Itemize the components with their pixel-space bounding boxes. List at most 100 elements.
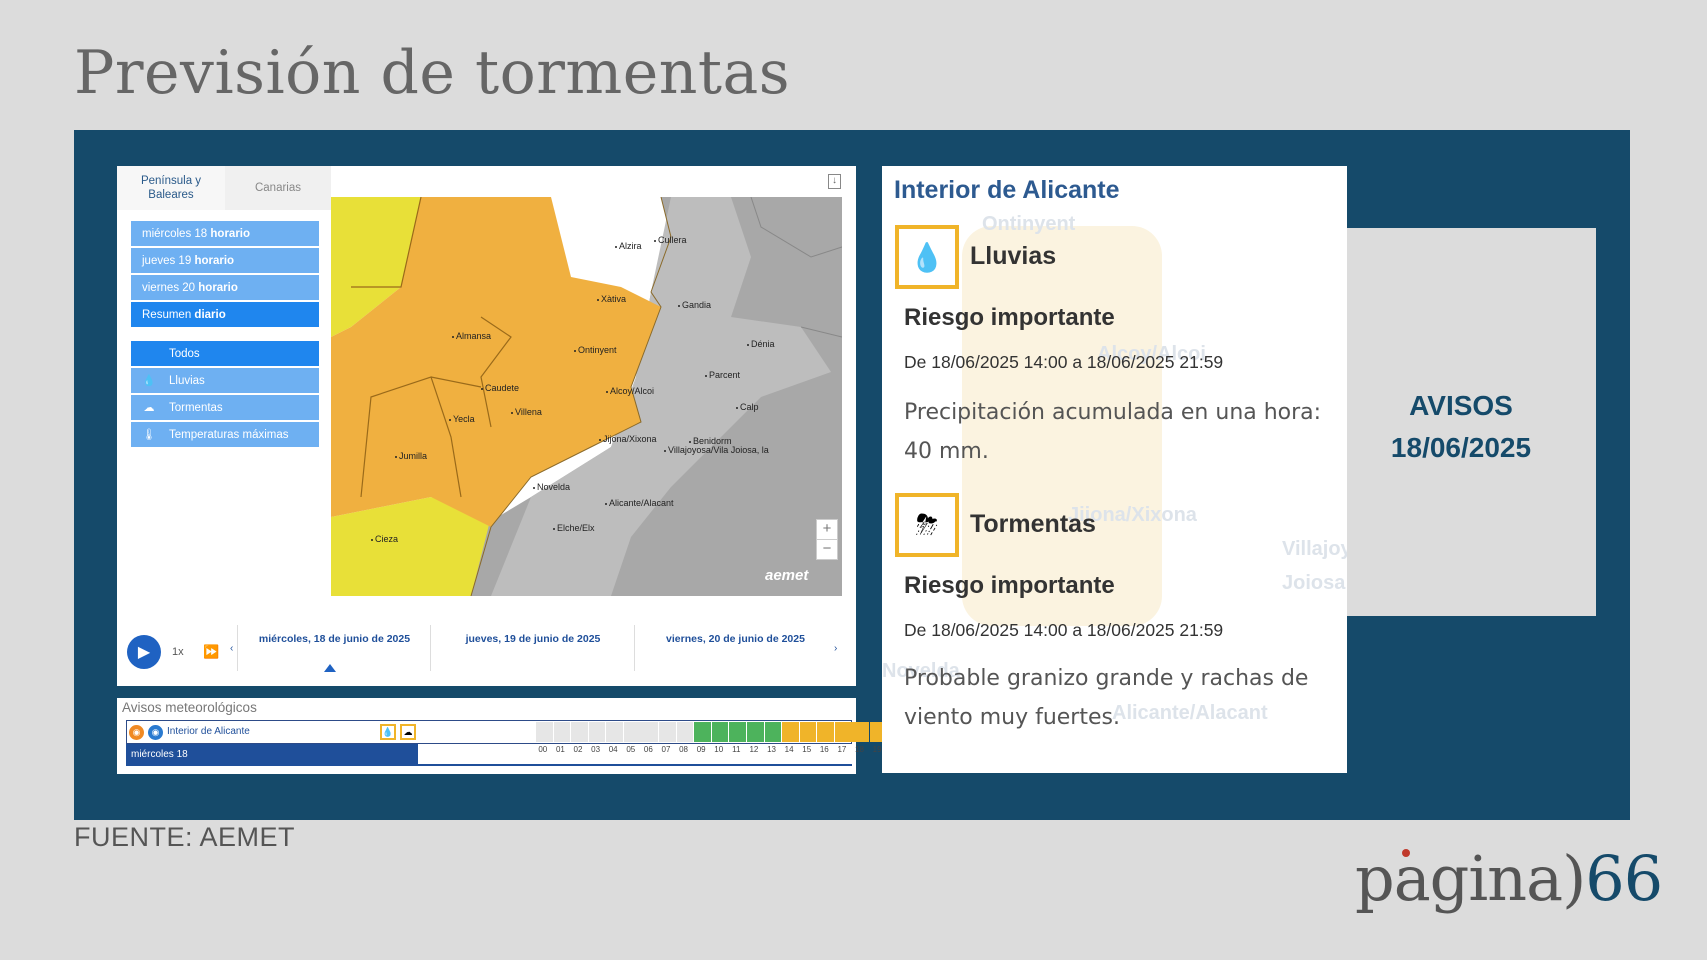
place-label: Alicante/Alacant	[605, 498, 674, 508]
place-label: Ontinyent	[574, 345, 617, 355]
zoom-in-button[interactable]: +	[816, 519, 838, 540]
hour-label: 04	[608, 745, 618, 754]
place-label: Cullera	[654, 235, 687, 245]
day-mode: horario	[198, 281, 238, 294]
tab-peninsula[interactable]: Península y Baleares	[117, 166, 225, 210]
day-button-viernes[interactable]: viernes 20 horario	[131, 275, 319, 300]
zone-name[interactable]: Interior de Alicante	[167, 726, 250, 737]
hour-label: 01	[555, 745, 565, 754]
place-label: Caudete	[481, 383, 519, 393]
thermometer-icon: 🌡	[142, 428, 156, 441]
timeline-day[interactable]: viernes, 20 de junio de 2025	[634, 625, 836, 671]
warning-description: Probable granizo grande y rachas de vien…	[904, 666, 1309, 730]
avisos-title: Avisos meteorológicos	[122, 700, 257, 715]
day-button-resumen[interactable]: Resumen diario	[131, 302, 319, 327]
background-place-label: Ontinyent	[982, 213, 1076, 235]
warning-description: Precipitación acumulada en una hora: 40 …	[904, 400, 1322, 464]
timeline-position-marker[interactable]	[324, 664, 336, 672]
day-button-jueves[interactable]: jueves 19 horario	[131, 248, 319, 273]
hour-label: 03	[591, 745, 601, 754]
blank-icon	[142, 347, 156, 361]
zone-row[interactable]: ◉ ◉ Interior de Alicante 💧 ☁	[126, 720, 957, 744]
filter-todos[interactable]: Todos	[131, 341, 319, 366]
hour-label: 14	[784, 745, 794, 754]
hour-warning-cell[interactable]	[588, 722, 606, 742]
hour-label: 02	[573, 745, 583, 754]
timeline-day[interactable]: jueves, 19 de junio de 2025	[430, 625, 635, 671]
place-label: Xàtiva	[597, 294, 626, 304]
hour-label: 11	[732, 745, 741, 754]
hour-warning-cell[interactable]	[623, 722, 641, 742]
filter-tormentas[interactable]: ☁ Tormentas	[131, 395, 319, 420]
rss-icon[interactable]: ◉	[129, 725, 144, 740]
hour-warning-cell[interactable]	[799, 722, 817, 742]
filter-label: Temperaturas máximas	[169, 428, 289, 441]
hour-label: 08	[679, 745, 688, 754]
day-label: viernes 20	[142, 281, 196, 294]
hour-label: 10	[714, 745, 724, 754]
hour-warning-cell[interactable]	[852, 722, 870, 742]
place-label: Villena	[511, 407, 542, 417]
rain-icon: 💧	[895, 225, 959, 289]
hour-warning-cell[interactable]	[782, 722, 799, 742]
download-icon[interactable]: ↓	[828, 174, 841, 189]
hour-warning-cell[interactable]	[536, 722, 553, 742]
place-label: Alcoy/Alcoi	[606, 386, 654, 396]
storm-icon: ☁	[143, 401, 155, 414]
avisos-strip: Avisos meteorológicos ◉ ◉ Interior de Al…	[117, 698, 957, 774]
hour-warning-cell[interactable]	[553, 722, 571, 742]
warning-card: Ontinyent Alcoy/Alcoi Jijona/Xixona Vill…	[882, 166, 1347, 773]
place-label: Cieza	[371, 534, 398, 544]
filter-label: Tormentas	[169, 401, 223, 414]
timeline-prev-icon[interactable]: ‹	[230, 643, 233, 654]
timeline-next-icon[interactable]: ›	[834, 643, 837, 654]
place-label: Elche/Elx	[553, 523, 595, 533]
play-button[interactable]: ▶	[127, 635, 161, 669]
warning-date-range: De 18/06/2025 14:00 a 18/06/2025 21:59	[904, 352, 1224, 372]
warning-date-range: De 18/06/2025 14:00 a 18/06/2025 21:59	[904, 620, 1224, 640]
hour-warning-cell[interactable]	[659, 722, 676, 742]
page-title: Previsión de tormentas	[74, 38, 791, 108]
hour-warning-cell[interactable]	[746, 722, 764, 742]
hour-warning-cell[interactable]	[694, 722, 711, 742]
hour-warning-cell[interactable]	[834, 722, 852, 742]
filter-temperaturas[interactable]: 🌡 Temperaturas máximas	[131, 422, 319, 447]
tab-canarias[interactable]: Canarias	[225, 166, 331, 210]
place-label: Jijona/Xixona	[599, 434, 657, 444]
hour-label: 06	[643, 745, 653, 754]
timeline-day-label: jueves, 19 de junio de 2025	[465, 633, 601, 645]
day-label: jueves 19	[142, 254, 192, 267]
speed-selector[interactable]: 1x	[172, 646, 184, 658]
day-button-miercoles[interactable]: miércoles 18 horario	[131, 221, 319, 246]
place-label: Alzira	[615, 241, 642, 251]
aemet-warning-app: Península y Baleares Canarias miércoles …	[117, 166, 856, 686]
hour-warning-cell[interactable]	[606, 722, 623, 742]
card-zone-title: Interior de Alicante	[894, 176, 1120, 204]
day-label: miércoles 18	[142, 227, 208, 240]
hour-label: 17	[837, 745, 847, 754]
warning-type: Lluvias	[970, 242, 1057, 270]
hour-warning-cell[interactable]	[571, 722, 588, 742]
hour-warning-cell[interactable]	[817, 722, 834, 742]
source-label: FUENTE: AEMET	[74, 822, 296, 852]
hour-warning-cell[interactable]	[711, 722, 729, 742]
filter-lluvias[interactable]: 💧 Lluvias	[131, 368, 319, 393]
hour-warning-cell[interactable]	[641, 722, 659, 742]
day-underline	[418, 764, 852, 766]
hour-label: 15	[802, 745, 812, 754]
hour-warning-cell[interactable]	[676, 722, 694, 742]
timeline: ▶ 1x ⏩ ‹ miércoles, 18 de junio de 2025 …	[117, 625, 856, 686]
warning-map[interactable]: Alzira Cullera Xàtiva Gandia Dénia Ontin…	[331, 197, 842, 596]
fast-forward-icon[interactable]: ⏩	[203, 644, 219, 660]
hour-label: 16	[819, 745, 829, 754]
filter-label: Todos	[169, 347, 200, 360]
hour-warning-cell[interactable]	[729, 722, 747, 742]
logo-number: 66	[1585, 842, 1663, 915]
risk-level: Riesgo importante	[904, 572, 1115, 599]
zoom-out-button[interactable]: −	[816, 539, 838, 560]
hour-label: 12	[749, 745, 759, 754]
rss-icon[interactable]: ◉	[148, 725, 163, 740]
hour-warning-cell[interactable]	[764, 722, 782, 742]
aemet-logo: aemet	[765, 567, 809, 584]
background-place-label: Joiosa	[1282, 572, 1346, 594]
